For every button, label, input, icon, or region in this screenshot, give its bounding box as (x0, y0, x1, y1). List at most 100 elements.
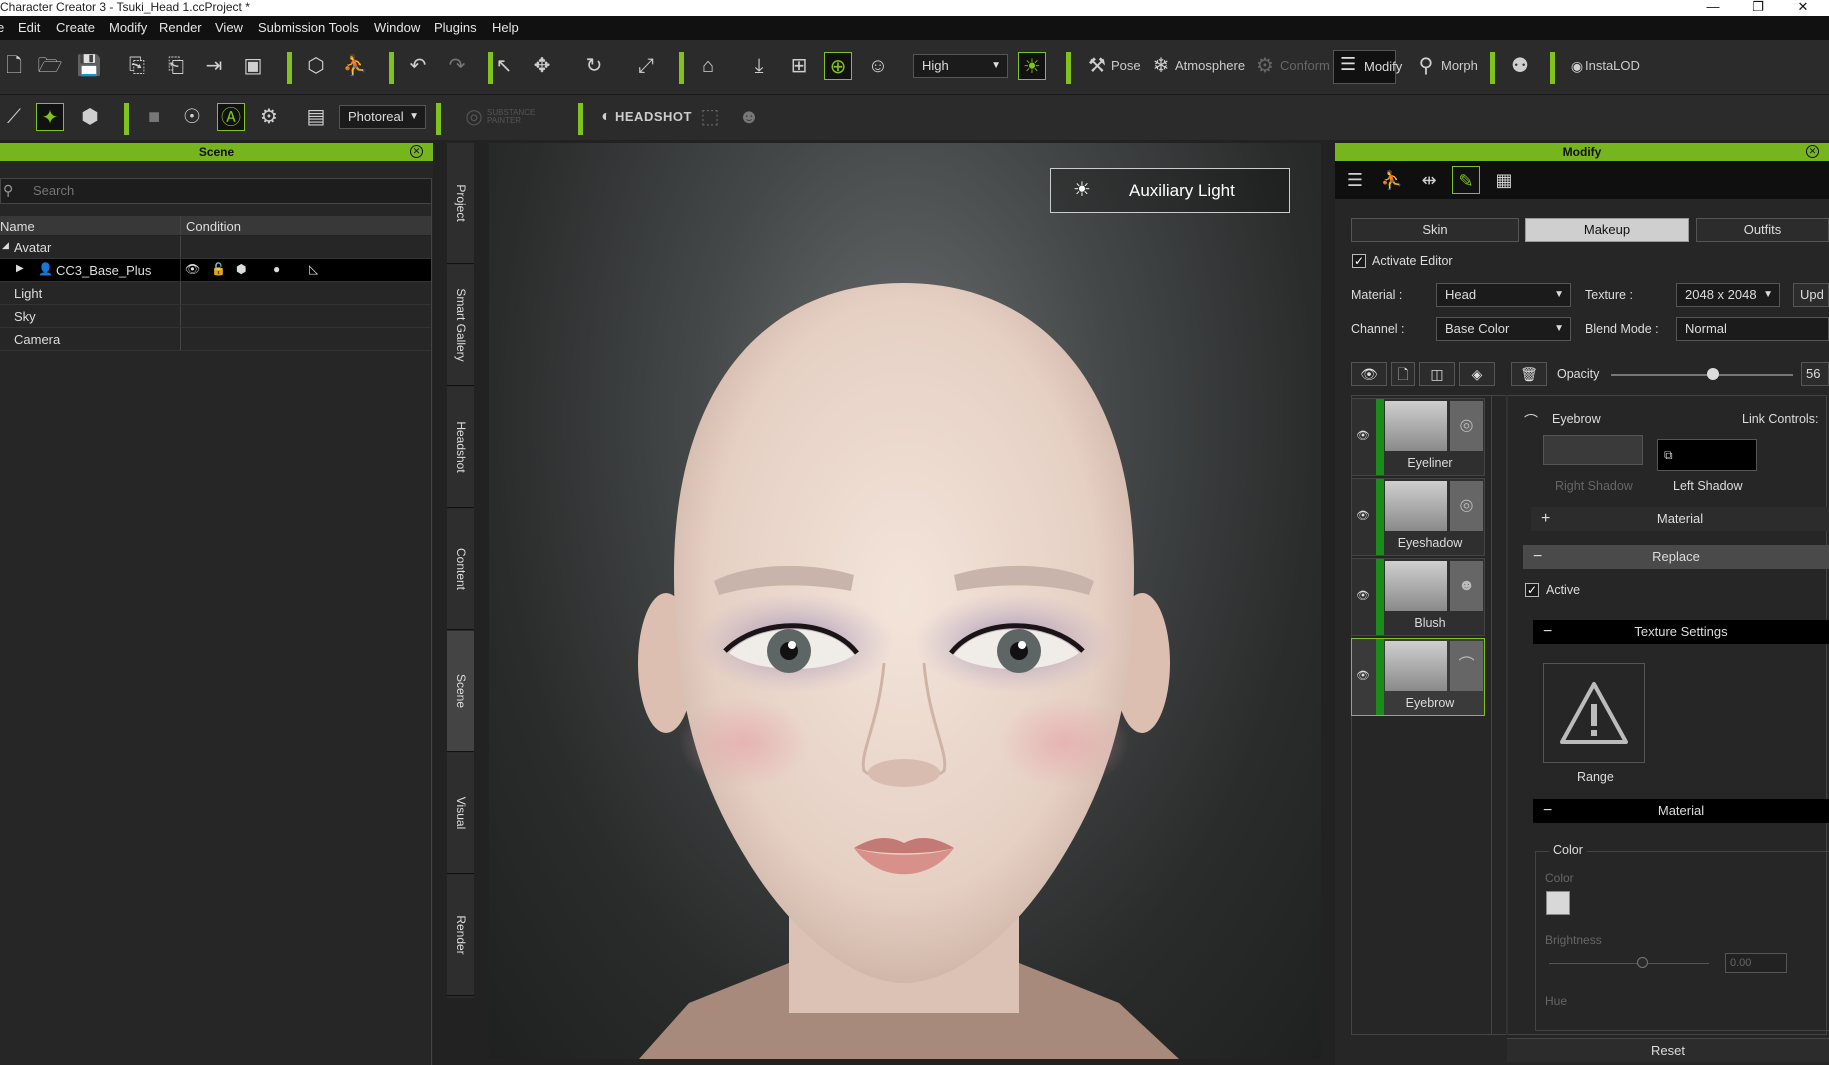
morph-icon[interactable]: ⚲ (1412, 52, 1440, 80)
layer-stack-icon[interactable]: ◈ (1459, 362, 1495, 386)
maximize-button[interactable]: ❐ (1733, 0, 1783, 16)
tab-render[interactable]: Render (447, 875, 474, 996)
replace-section-header[interactable]: − Replace (1523, 545, 1829, 569)
column-condition[interactable]: Condition (180, 216, 241, 235)
scene-search-box[interactable]: ⚲ (0, 178, 432, 204)
send-icon[interactable]: ⇥ (200, 52, 228, 80)
close-icon[interactable]: ✕ (410, 145, 423, 158)
tab-outfits[interactable]: Outfits (1696, 218, 1829, 242)
menu-window[interactable]: Window (374, 20, 420, 35)
visibility-eye-icon[interactable]: 👁 (185, 262, 200, 276)
substance-label[interactable]: SUBSTANCE PAINTER (487, 109, 547, 125)
visibility-eye-icon[interactable]: 👁 (1351, 362, 1387, 386)
brightness-value-field[interactable]: 0.00 (1725, 953, 1787, 973)
redo-icon[interactable]: ↷ (443, 52, 471, 80)
left-shadow-thumbnail[interactable]: ⧉ (1657, 439, 1757, 471)
material-section-header-2[interactable]: − Material (1533, 799, 1829, 823)
tab-scene[interactable]: Scene (447, 631, 474, 752)
create-icon[interactable]: ⬡ (302, 52, 330, 80)
layer-eyeliner[interactable]: 👁 ◎ Eyeliner (1351, 398, 1485, 476)
tree-row-sky[interactable]: Sky (0, 305, 432, 328)
expand-arrow-icon[interactable]: ▶ (16, 263, 24, 274)
atmosphere-label[interactable]: Atmosphere (1175, 52, 1245, 80)
tree-row-cc3-base-plus[interactable]: ▶ 👤 CC3_Base_Plus 👁 🔓 ⬢ ● ◺ (0, 259, 432, 282)
brightness-slider-thumb[interactable] (1637, 957, 1648, 968)
layer-blush[interactable]: 👁 ☻ Blush (1351, 558, 1485, 636)
new-file-icon[interactable]: 🗋 (0, 52, 28, 80)
align-icon[interactable]: ⊞ (785, 52, 813, 80)
bone-icon[interactable]: ⟋ (0, 103, 28, 131)
color-swatch[interactable] (1546, 891, 1570, 915)
menu-modify[interactable]: Modify (109, 20, 147, 35)
reset-button[interactable]: Reset (1507, 1038, 1829, 1062)
bone-mode-icon[interactable]: ◺ (309, 262, 318, 276)
mask-icon[interactable]: ◫ (1419, 362, 1455, 386)
move-icon[interactable]: ✥ (528, 52, 556, 80)
pick-icon[interactable]: ✦ (36, 103, 64, 131)
menu-edit[interactable]: Edit (18, 20, 40, 35)
3d-viewport[interactable]: ☀ Auxiliary Light (489, 143, 1321, 1059)
active-checkbox[interactable]: ✓ (1525, 583, 1539, 597)
texture-checker-icon[interactable]: ▦ (1490, 166, 1518, 194)
tab-smart-gallery[interactable]: Smart Gallery (447, 265, 474, 386)
lock-icon[interactable]: 🔓 (211, 262, 226, 276)
mesh-icon[interactable]: ⬢ (236, 262, 246, 276)
visibility-eye-icon[interactable]: 👁 (1356, 509, 1370, 522)
texture-size-dropdown[interactable]: 2048 x 2048 ▼ (1676, 283, 1780, 307)
tab-makeup[interactable]: Makeup (1525, 218, 1689, 242)
face-icon[interactable]: ☺ (864, 52, 892, 80)
texture-settings-header[interactable]: − Texture Settings (1533, 620, 1829, 644)
tab-visual[interactable]: Visual (447, 753, 474, 874)
motion-icon[interactable]: ⛹ (1378, 166, 1406, 194)
render-preview-icon[interactable]: ▣ (239, 52, 267, 80)
update-button[interactable]: Upd (1793, 283, 1829, 307)
right-shadow-thumbnail[interactable] (1543, 435, 1643, 465)
pose-tool-icon[interactable]: ⛹ (341, 52, 369, 80)
snap-icon[interactable]: ⊕ (824, 52, 852, 80)
save-icon[interactable]: 💾 (75, 52, 103, 80)
cube-icon[interactable]: ■ (140, 103, 168, 131)
instalod-label[interactable]: InstaLOD (1585, 52, 1640, 80)
panel-icon[interactable]: ▤ (302, 103, 330, 131)
character-icon[interactable]: ⚉ (1506, 52, 1534, 80)
menu-help[interactable]: Help (492, 20, 519, 35)
tab-content[interactable]: Content (447, 509, 474, 630)
pose-icon[interactable]: ⚒ (1083, 52, 1111, 80)
tab-skin[interactable]: Skin (1351, 218, 1519, 242)
pose-label[interactable]: Pose (1111, 52, 1141, 80)
sun-light-icon[interactable]: ☀ (1018, 52, 1046, 80)
face-search-icon[interactable]: ☉ (178, 103, 206, 131)
tab-project[interactable]: Project (447, 143, 474, 264)
home-icon[interactable]: ⌂ (694, 52, 722, 80)
splitter[interactable] (1506, 395, 1508, 1035)
menu-submission-tools[interactable]: Submission Tools (258, 20, 359, 35)
range-texture-slot[interactable] (1543, 663, 1645, 763)
tab-headshot[interactable]: Headshot (447, 387, 474, 508)
layer-eyeshadow[interactable]: 👁 ◎ Eyeshadow (1351, 478, 1485, 556)
brightness-slider-track[interactable] (1549, 963, 1709, 964)
tree-row-light[interactable]: Light (0, 282, 432, 305)
opacity-value-field[interactable]: 56 (1801, 362, 1829, 386)
close-button[interactable]: ✕ (1778, 0, 1828, 16)
visibility-eye-icon[interactable]: 👁 (1356, 669, 1370, 682)
atmosphere-icon[interactable]: ❄ (1147, 52, 1175, 80)
conform-icon[interactable]: ⚙ (1251, 52, 1279, 80)
sliders-icon[interactable]: ☰ (1341, 166, 1369, 194)
import-icon[interactable]: ⎘ (123, 52, 151, 80)
material-dropdown[interactable]: Head ▼ (1436, 283, 1571, 307)
blend-mode-dropdown[interactable]: Normal (1676, 317, 1829, 341)
auxiliary-light-button[interactable]: ☀ Auxiliary Light (1050, 168, 1290, 213)
layer-eyebrow[interactable]: 👁 ⌒ Eyebrow (1351, 638, 1485, 716)
scale-icon[interactable]: ⤢ (632, 52, 660, 80)
opacity-slider-track[interactable] (1611, 374, 1793, 376)
cubes-icon[interactable]: ⬢ (76, 103, 104, 131)
activate-editor-checkbox[interactable]: ✓ (1352, 254, 1366, 268)
settings-sliders-icon[interactable]: ⚙ (255, 103, 283, 131)
shadow-icon[interactable]: ● (273, 262, 280, 276)
channel-dropdown[interactable]: Base Color ▼ (1436, 317, 1571, 341)
menu-plugins[interactable]: Plugins (434, 20, 477, 35)
opacity-slider-thumb[interactable] (1706, 368, 1719, 380)
head-mesh-icon[interactable]: ⬚ (696, 103, 724, 131)
menu-render[interactable]: Render (159, 20, 202, 35)
headshot-label[interactable]: HEADSHOT (615, 103, 692, 131)
